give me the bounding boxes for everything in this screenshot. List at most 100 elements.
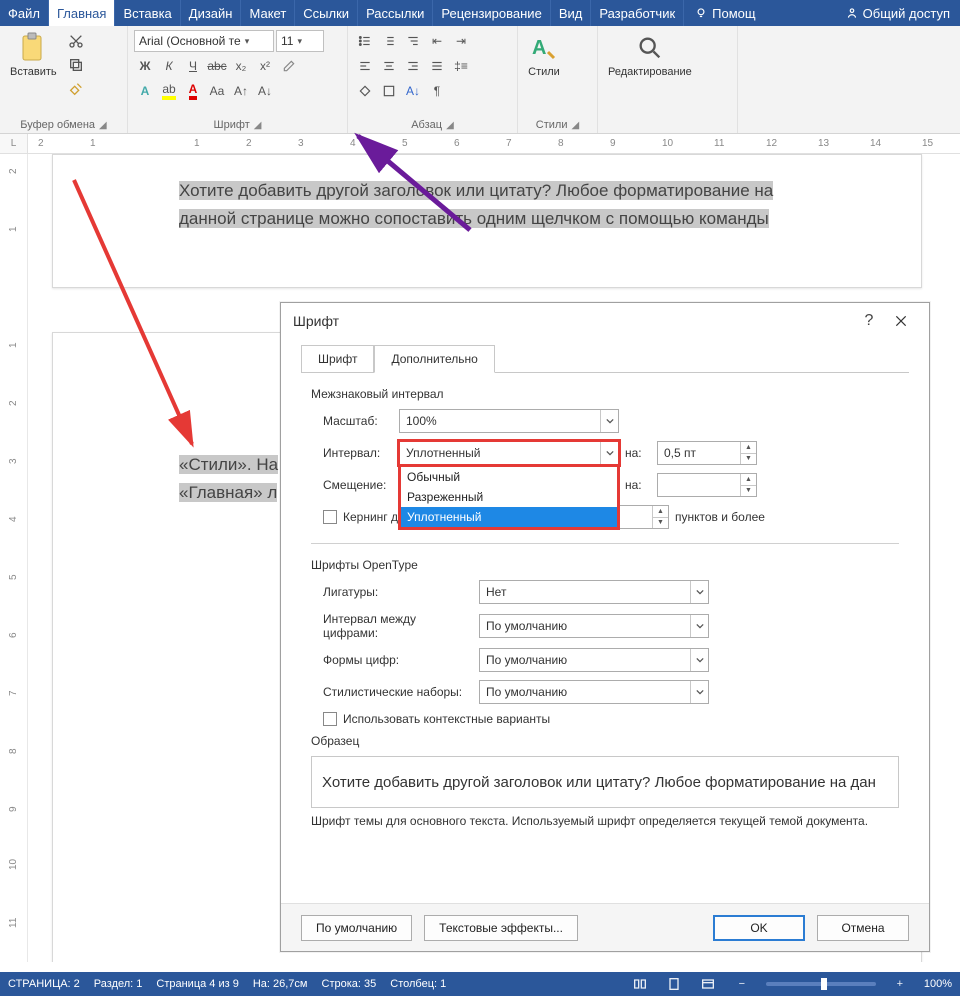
stylistic-combo[interactable]: По умолчанию [479,680,709,704]
bullets-button[interactable] [354,30,376,52]
tab-design[interactable]: Дизайн [181,0,242,26]
format-painter-button[interactable] [65,78,87,100]
spacing-option-expanded[interactable]: Разреженный [401,487,617,507]
kerning-checkbox[interactable] [323,510,337,524]
clear-format-button[interactable] [278,55,300,77]
zoom-slider[interactable] [766,982,876,986]
font-size-combo[interactable]: 11▾ [276,30,324,52]
borders-icon [382,84,396,98]
text-effects-button[interactable]: A [134,80,156,102]
numbering-button[interactable] [378,30,400,52]
indent-inc-button[interactable]: ⇥ [450,30,472,52]
justify-button[interactable] [426,55,448,77]
vertical-ruler[interactable]: 211234567891011 [0,154,28,962]
para-launcher-icon[interactable]: ◢ [446,120,454,131]
tab-layout[interactable]: Макет [241,0,295,26]
tab-references[interactable]: Ссылки [295,0,358,26]
preview-box: Хотите добавить другой заголовок или цит… [311,756,899,808]
close-button[interactable] [885,305,917,337]
multilevel-button[interactable] [402,30,424,52]
view-read-button[interactable] [630,974,650,994]
cancel-button[interactable]: Отмена [817,915,909,941]
share-button[interactable]: Общий доступ [835,0,960,26]
group-styles-label: Стили [536,119,568,131]
group-editing: Редактирование [598,26,738,133]
tab-home[interactable]: Главная [49,0,115,26]
align-right-icon [406,59,420,73]
grow-font-button[interactable]: A↑ [230,80,252,102]
align-right-button[interactable] [402,55,424,77]
align-left-button[interactable] [354,55,376,77]
font-name-combo[interactable]: Arial (Основной те▾ [134,30,274,52]
zoom-level[interactable]: 100% [924,978,952,990]
numspacing-combo[interactable]: По умолчанию [479,614,709,638]
tab-advanced-dlg[interactable]: Дополнительно [374,345,494,373]
line-spacing-button[interactable]: ‡≡ [450,55,472,77]
spacing-option-normal[interactable]: Обычный [401,467,617,487]
underline-button[interactable]: Ч [182,55,204,77]
spacing-combo[interactable]: Уплотненный Обычный Разреженный Уплотнен… [399,441,619,465]
dialog-titlebar[interactable]: Шрифт ? [281,303,929,339]
subscript-button[interactable]: x₂ [230,55,252,77]
status-at[interactable]: На: 26,7см [253,978,308,990]
search-icon [636,34,664,62]
ligatures-combo[interactable]: Нет [479,580,709,604]
align-center-button[interactable] [378,55,400,77]
strike-button[interactable]: abc [206,55,228,77]
cut-button[interactable] [65,30,87,52]
styles-button[interactable]: A Стили [524,30,564,80]
shrink-font-button[interactable]: A↓ [254,80,276,102]
eraser-icon [282,59,296,73]
styles-launcher-icon[interactable]: ◢ [572,120,580,131]
spacing-label: Интервал: [323,446,393,460]
tab-view[interactable]: Вид [551,0,592,26]
ribbon: Вставить Буфер обмена ◢ Arial (Основной … [0,26,960,134]
help-button[interactable]: ? [853,305,885,337]
status-col[interactable]: Столбец: 1 [390,978,446,990]
highlight-button[interactable]: ab [158,80,180,102]
editing-button[interactable]: Редактирование [604,30,696,80]
horizontal-ruler[interactable]: L 21123456789101112131415 [0,134,960,154]
change-case-button[interactable]: Aa [206,80,228,102]
numforms-combo[interactable]: По умолчанию [479,648,709,672]
contextual-checkbox[interactable] [323,712,337,726]
status-section[interactable]: Раздел: 1 [94,978,143,990]
tab-review[interactable]: Рецензирование [433,0,550,26]
zoom-out-button[interactable]: − [732,974,752,994]
copy-button[interactable] [65,54,87,76]
zoom-in-button[interactable]: + [890,974,910,994]
status-page[interactable]: СТРАНИЦА: 2 [8,978,80,990]
spacing-option-condensed[interactable]: Уплотненный [401,507,617,527]
sort-button[interactable]: A↓ [402,80,424,102]
status-line[interactable]: Строка: 35 [322,978,377,990]
font-launcher-icon[interactable]: ◢ [254,120,262,131]
italic-button[interactable]: К [158,55,180,77]
svg-text:A: A [532,37,546,59]
tab-developer[interactable]: Разработчик [591,0,684,26]
ok-button[interactable]: OK [713,915,805,941]
show-marks-button[interactable]: ¶ [426,80,448,102]
view-web-button[interactable] [698,974,718,994]
scale-combo[interactable]: 100% [399,409,619,433]
tell-me[interactable]: Помощ [684,0,765,26]
indent-dec-button[interactable]: ⇤ [426,30,448,52]
tab-file[interactable]: Файл [0,0,49,26]
borders-button[interactable] [378,80,400,102]
shading-button[interactable] [354,80,376,102]
view-print-button[interactable] [664,974,684,994]
spacing-by-input[interactable]: 0,5 пт ▲▼ [657,441,757,465]
group-clipboard-label: Буфер обмена [20,119,95,131]
superscript-button[interactable]: x² [254,55,276,77]
bold-button[interactable]: Ж [134,55,156,77]
tab-insert[interactable]: Вставка [115,0,180,26]
tab-font-dlg[interactable]: Шрифт [301,345,374,373]
default-button[interactable]: По умолчанию [301,915,412,941]
clipboard-launcher-icon[interactable]: ◢ [99,120,107,131]
text-effects-button-dlg[interactable]: Текстовые эффекты... [424,915,578,941]
font-color-button[interactable]: A [182,80,204,102]
status-pages[interactable]: Страница 4 из 9 [156,978,238,990]
spacing-dropdown: Обычный Разреженный Уплотненный [400,466,618,528]
position-by-input[interactable]: ▲▼ [657,473,757,497]
tab-mailings[interactable]: Рассылки [358,0,433,26]
paste-button[interactable]: Вставить [6,30,61,80]
